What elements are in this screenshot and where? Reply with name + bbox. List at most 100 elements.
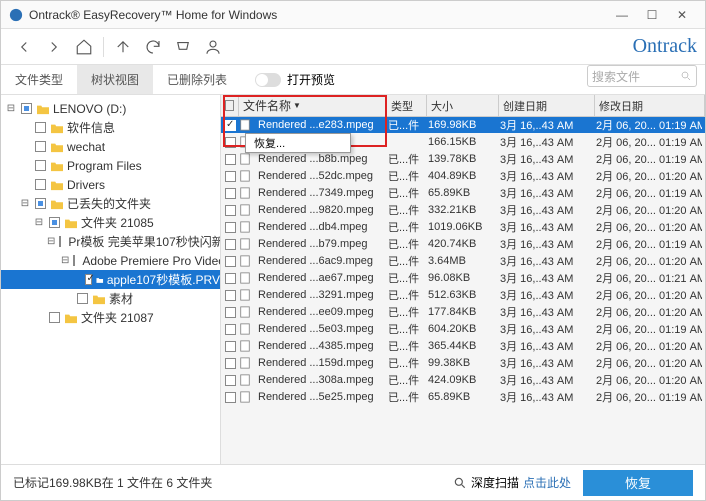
up-button[interactable] — [108, 33, 138, 61]
tree-item[interactable]: apple107秒模板.PRV — [1, 270, 220, 289]
tab-tree-view[interactable]: 树状视图 — [77, 65, 153, 94]
maximize-button[interactable]: ☐ — [637, 5, 667, 25]
tree-item[interactable]: Drivers — [1, 175, 220, 194]
row-checkbox[interactable] — [225, 307, 236, 318]
tab-file-type[interactable]: 文件类型 — [1, 65, 77, 94]
tree-checkbox[interactable] — [35, 160, 46, 171]
scan-link[interactable]: 点击此处 — [523, 474, 571, 491]
tree-checkbox[interactable] — [85, 274, 92, 285]
search-icon — [453, 476, 467, 490]
tree-item[interactable]: ⊟已丢失的文件夹 — [1, 194, 220, 213]
file-row[interactable]: Rendered ...ee09.mpeg已...件177.84KB3月 16,… — [221, 304, 705, 321]
tree-item[interactable]: wechat — [1, 137, 220, 156]
file-row[interactable]: Rendered ...e283.mpeg已...件169.98KB3月 16,… — [221, 117, 705, 134]
cell-created: 3月 16,..43 AM — [496, 168, 592, 184]
tree-item[interactable]: 软件信息 — [1, 118, 220, 137]
row-checkbox[interactable] — [225, 375, 236, 386]
file-row[interactable]: Rendered ...159d.mpeg已...件99.38KB3月 16,.… — [221, 355, 705, 372]
tree-item[interactable]: ⊟ 文件夹 21085 — [1, 213, 220, 232]
user-button[interactable] — [198, 33, 228, 61]
cell-size: 365.44KB — [424, 340, 496, 352]
cell-created: 3月 16,..43 AM — [496, 321, 592, 337]
tree-item[interactable]: Program Files — [1, 156, 220, 175]
file-row[interactable]: Rendered ...4385.mpeg已...件365.44KB3月 16,… — [221, 338, 705, 355]
expand-icon[interactable]: ⊟ — [47, 236, 55, 247]
cart-button[interactable] — [168, 33, 198, 61]
tree-checkbox[interactable] — [77, 293, 88, 304]
expand-icon[interactable]: ⊟ — [5, 103, 17, 114]
preview-toggle[interactable]: 打开预览 — [245, 65, 345, 94]
row-checkbox[interactable] — [225, 256, 236, 267]
file-row[interactable]: Rendered ...ae67.mpeg已...件96.08KB3月 16,.… — [221, 270, 705, 287]
tree-checkbox[interactable] — [73, 255, 75, 266]
row-checkbox[interactable] — [225, 239, 236, 250]
col-type[interactable]: 类型 — [387, 95, 427, 116]
tree-label: 文件夹 21085 — [81, 214, 154, 231]
home-button[interactable] — [69, 33, 99, 61]
forward-button[interactable] — [39, 33, 69, 61]
row-checkbox[interactable] — [225, 171, 236, 182]
col-size[interactable]: 大小 — [427, 95, 499, 116]
row-checkbox[interactable] — [225, 324, 236, 335]
cell-created: 3月 16,..43 AM — [496, 202, 592, 218]
tree-item[interactable]: ⊟Adobe Premiere Pro Video — [1, 251, 220, 270]
file-row[interactable]: Rendered ...308a.mpeg已...件424.09KB3月 16,… — [221, 372, 705, 389]
cell-size: 139.78KB — [424, 153, 496, 165]
col-modified[interactable]: 修改日期 — [595, 95, 705, 116]
context-recover[interactable]: 恢复... — [246, 134, 350, 152]
close-button[interactable]: ✕ — [667, 5, 697, 25]
row-checkbox[interactable] — [225, 120, 236, 131]
tree-checkbox[interactable] — [35, 198, 46, 209]
cell-type: 已...件 — [384, 202, 424, 218]
tree-item[interactable]: 文件夹 21087 — [1, 308, 220, 327]
tree-checkbox[interactable] — [35, 179, 46, 190]
minimize-button[interactable]: — — [607, 5, 637, 25]
col-created[interactable]: 创建日期 — [499, 95, 595, 116]
tree-item[interactable]: ⊟LENOVO (D:) — [1, 99, 220, 118]
file-row[interactable]: Rendered ...7349.mpeg已...件65.89KB3月 16,.… — [221, 185, 705, 202]
file-row[interactable]: Rendered ...5e03.mpeg已...件604.20KB3月 16,… — [221, 321, 705, 338]
file-row[interactable]: Rendered ...db4.mpeg已...件1019.06KB3月 16,… — [221, 219, 705, 236]
cell-type: 已...件 — [384, 389, 424, 405]
file-row[interactable]: Rendered ...9820.mpeg已...件332.21KB3月 16,… — [221, 202, 705, 219]
search-input[interactable]: 搜索文件 — [587, 65, 697, 87]
cell-size: 332.21KB — [424, 204, 496, 216]
tree-checkbox[interactable] — [21, 103, 32, 114]
file-row[interactable]: Rendered ...52dc.mpeg已...件404.89KB3月 16,… — [221, 168, 705, 185]
file-row[interactable]: Rendered ...b8b.mpeg已...件139.78KB3月 16,.… — [221, 151, 705, 168]
row-checkbox[interactable] — [225, 358, 236, 369]
tree-checkbox[interactable] — [49, 312, 60, 323]
file-grid[interactable]: 恢复... Rendered ...e283.mpeg已...件169.98KB… — [221, 117, 705, 464]
tree-item[interactable]: 素材 — [1, 289, 220, 308]
expand-icon[interactable]: ⊟ — [61, 255, 69, 266]
row-checkbox[interactable] — [225, 290, 236, 301]
tree-checkbox[interactable] — [35, 141, 46, 152]
back-button[interactable] — [9, 33, 39, 61]
row-checkbox[interactable] — [225, 222, 236, 233]
file-row[interactable]: Rendered ...b79.mpeg已...件420.74KB3月 16,.… — [221, 236, 705, 253]
row-checkbox[interactable] — [225, 341, 236, 352]
tree-checkbox[interactable] — [59, 236, 61, 247]
tree-item[interactable]: ⊟Pr模板 完美苹果107秒快闪新产 — [1, 232, 220, 251]
row-checkbox[interactable] — [225, 188, 236, 199]
recover-button[interactable]: 恢复 — [583, 470, 693, 496]
folder-tree[interactable]: ⊟LENOVO (D:)软件信息wechatProgram FilesDrive… — [1, 95, 221, 464]
cell-created: 3月 16,..43 AM — [496, 287, 592, 303]
expand-icon[interactable]: ⊟ — [19, 198, 31, 209]
file-row[interactable]: Rendered ...3291.mpeg已...件512.63KB3月 16,… — [221, 287, 705, 304]
row-checkbox[interactable] — [225, 205, 236, 216]
file-row[interactable]: Rendered ...5e25.mpeg已...件65.89KB3月 16,.… — [221, 389, 705, 406]
cell-modified: 2月 06, 20... 01:20 AM — [592, 287, 702, 303]
tree-checkbox[interactable] — [35, 122, 46, 133]
refresh-button[interactable] — [138, 33, 168, 61]
search-placeholder: 搜索文件 — [592, 68, 640, 85]
tab-deleted-list[interactable]: 已删除列表 — [153, 65, 241, 94]
row-checkbox[interactable] — [225, 154, 236, 165]
row-checkbox[interactable] — [225, 273, 236, 284]
file-row[interactable]: Rendered ...6ac9.mpeg已...件3.64MB3月 16,..… — [221, 253, 705, 270]
col-filename[interactable]: 文件名称 ▼ — [239, 95, 387, 116]
expand-icon[interactable]: ⊟ — [33, 217, 45, 228]
tree-checkbox[interactable] — [49, 217, 60, 228]
row-checkbox[interactable] — [225, 137, 236, 148]
row-checkbox[interactable] — [225, 392, 236, 403]
